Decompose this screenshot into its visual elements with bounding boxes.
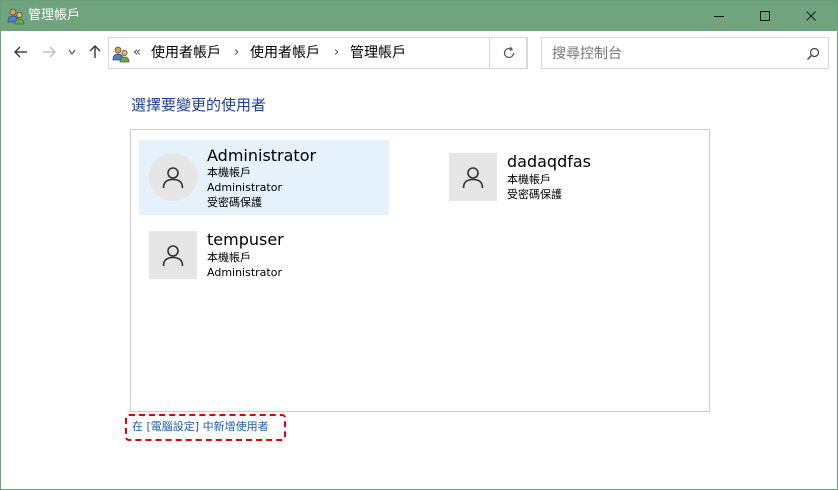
refresh-icon: [503, 46, 514, 59]
close-icon: [806, 11, 816, 21]
refresh-button[interactable]: [491, 37, 527, 69]
recent-locations-button[interactable]: [65, 41, 79, 63]
address-divider: [489, 37, 490, 69]
minimize-icon: [714, 16, 724, 17]
manage-accounts-window: 管理帳戶 « 使用者帳戶 › 使用者帳戶 › 管理帳戶 搜尋控制台 選擇要變更的…: [0, 0, 838, 490]
breadcrumb-user-accounts-1[interactable]: 使用者帳戶: [151, 44, 221, 62]
up-button[interactable]: [85, 41, 105, 63]
address-bar[interactable]: « 使用者帳戶 › 使用者帳戶 › 管理帳戶: [108, 37, 528, 69]
user-account-type: 本機帳戶: [507, 173, 551, 186]
arrow-right-icon: [43, 46, 56, 58]
user-list-panel: Administrator 本機帳戶 Administrator 受密碼保護 d…: [130, 129, 710, 412]
user-tile-dadaqdfas[interactable]: dadaqdfas 本機帳戶 受密碼保護: [439, 150, 689, 205]
user-name: dadaqdfas: [507, 152, 592, 171]
maximize-button[interactable]: [742, 1, 788, 31]
user-password-status: 受密碼保護: [507, 188, 562, 201]
arrow-left-icon: [14, 46, 27, 58]
breadcrumb-overflow-button[interactable]: «: [133, 45, 141, 61]
window-title: 管理帳戶: [28, 8, 81, 23]
avatar: [449, 153, 497, 201]
minimize-button[interactable]: [696, 1, 742, 31]
user-name: Administrator: [207, 146, 317, 165]
breadcrumb-separator[interactable]: ›: [234, 44, 239, 62]
user-name: tempuser: [207, 230, 284, 249]
user-role: Administrator: [207, 181, 282, 194]
title-bar[interactable]: 管理帳戶: [1, 1, 837, 31]
avatar: [149, 231, 197, 279]
forward-button[interactable]: [39, 41, 59, 63]
user-account-type: 本機帳戶: [207, 251, 251, 264]
navigation-bar: « 使用者帳戶 › 使用者帳戶 › 管理帳戶 搜尋控制台: [1, 31, 837, 73]
breadcrumb-manage-accounts[interactable]: 管理帳戶: [350, 44, 406, 62]
close-button[interactable]: [788, 1, 834, 31]
add-user-highlight: 在 [電腦設定] 中新增使用者: [125, 414, 286, 441]
user-password-status: 受密碼保護: [207, 196, 262, 209]
back-button[interactable]: [11, 41, 31, 63]
user-account-type: 本機帳戶: [207, 166, 251, 179]
maximize-icon: [760, 11, 770, 21]
search-icon: [807, 47, 820, 60]
user-icon: [462, 167, 484, 189]
page-title: 選擇要變更的使用者: [131, 96, 267, 114]
user-tile-administrator[interactable]: Administrator 本機帳戶 Administrator 受密碼保護: [139, 140, 389, 215]
arrow-up-icon: [89, 45, 101, 58]
user-role: Administrator: [207, 266, 282, 279]
users-icon: [112, 45, 130, 63]
search-input[interactable]: 搜尋控制台: [541, 37, 829, 69]
search-placeholder: 搜尋控制台: [552, 46, 622, 62]
avatar: [149, 153, 197, 201]
user-icon: [162, 167, 184, 189]
user-tile-tempuser[interactable]: tempuser 本機帳戶 Administrator: [139, 228, 389, 288]
add-user-link[interactable]: 在 [電腦設定] 中新增使用者: [132, 420, 269, 434]
user-icon: [162, 245, 184, 267]
chevron-down-icon: [68, 49, 76, 55]
breadcrumb-separator[interactable]: ›: [334, 44, 339, 62]
breadcrumb-user-accounts-2[interactable]: 使用者帳戶: [250, 44, 320, 62]
users-icon: [7, 7, 25, 25]
